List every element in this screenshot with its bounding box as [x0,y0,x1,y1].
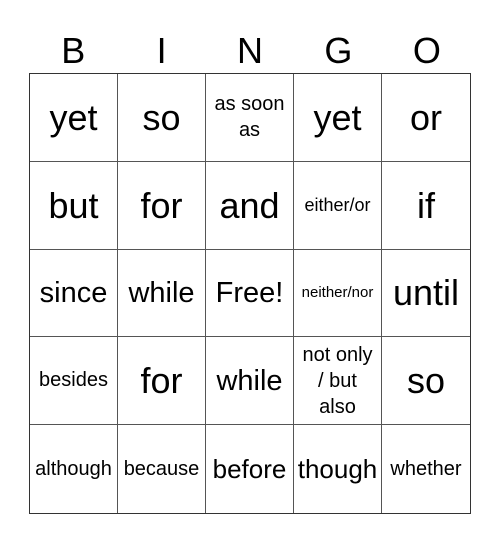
bingo-cell[interactable]: if [382,162,470,250]
cell-text: yet [313,96,362,138]
header-letter-o: O [412,30,441,71]
bingo-header: B I N G O [29,28,471,73]
header-letter-n: N [237,30,264,71]
bingo-cell[interactable]: neither/nor [294,249,382,338]
bingo-cell[interactable]: whether [382,425,470,513]
bingo-cell[interactable]: yet [294,74,382,162]
bingo-cell[interactable]: though [294,425,382,513]
bingo-cell[interactable]: until [382,250,470,338]
cell-text: not only / but also [302,343,373,418]
cell-text: although [35,457,112,480]
bingo-cell[interactable]: so [118,74,206,162]
cell-text: if [417,184,435,226]
bingo-cell[interactable]: or [382,74,470,162]
bingo-cell[interactable]: although [30,425,118,513]
cell-text: so [406,360,446,402]
cell-text: Free! [215,276,284,309]
cell-text: so [142,96,181,138]
cell-text: until [392,272,460,314]
bingo-cell[interactable]: because [118,425,206,513]
bingo-cell[interactable]: besides [30,337,118,426]
free-space-cell[interactable]: Free! [206,249,294,338]
header-letter-b: B [61,30,86,71]
bingo-cell[interactable]: as soon as [206,74,294,162]
cell-text: but [48,184,99,226]
cell-text: or [409,96,442,138]
cell-text: whether [390,457,462,480]
cell-text: while [216,364,283,397]
cell-text: neither/nor [301,283,374,301]
bingo-cell[interactable]: for [118,161,206,250]
cell-text: yet [49,96,98,138]
cell-text: for [140,360,183,402]
cell-text: though [297,453,378,484]
bingo-cell[interactable]: while [118,249,206,338]
cell-text: for [140,184,183,226]
bingo-cell[interactable]: not only / but also [294,337,382,426]
bingo-cell[interactable]: before [206,425,294,513]
bingo-cell[interactable]: for [118,337,206,426]
bingo-cell[interactable]: so [382,337,470,426]
bingo-card-grid: yet so as soon as yet or but for and eit… [29,73,471,514]
cell-text: while [128,276,195,309]
cell-text: as soon as [214,93,285,142]
cell-text: besides [39,369,108,392]
header-letter-i: I [156,30,167,71]
bingo-cell[interactable]: and [206,161,294,250]
bingo-cell[interactable]: while [206,337,294,426]
cell-text: before [212,453,287,484]
cell-text: either/or [304,194,371,215]
bingo-cell[interactable]: either/or [294,161,382,250]
cell-text: because [123,457,200,480]
bingo-cell[interactable]: yet [30,74,118,162]
header-letter-g: G [324,30,353,71]
cell-text: and [219,184,280,226]
bingo-cell[interactable]: but [30,161,118,250]
cell-text: since [39,276,108,309]
bingo-cell[interactable]: since [30,249,118,338]
